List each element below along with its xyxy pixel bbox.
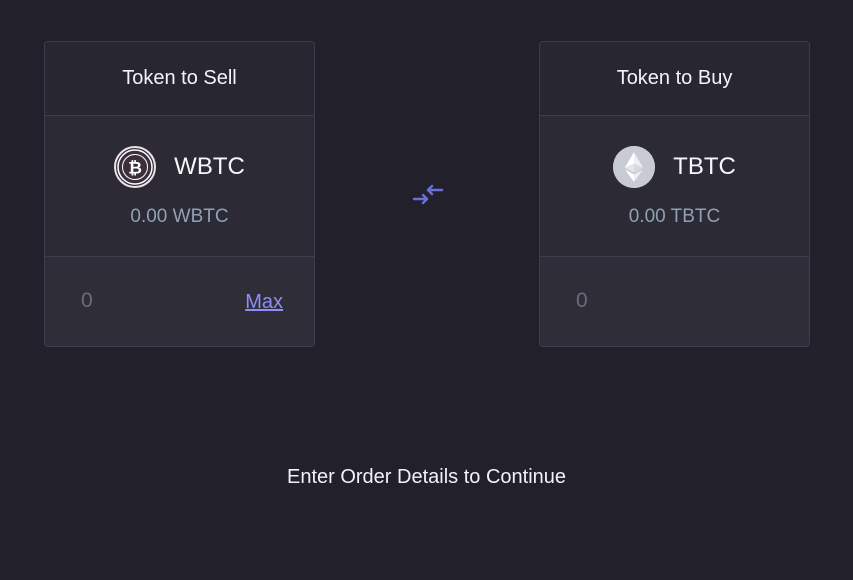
buy-card-title: Token to Buy (616, 67, 733, 89)
sell-token-symbol: WBTC (174, 153, 245, 180)
swap-arrows-icon (412, 184, 444, 205)
sell-card-title: Token to Sell (122, 67, 237, 89)
buy-amount-input[interactable] (576, 289, 696, 313)
swap-page: Token to Sell ₿ WBTC 0.00 WBTC Max (0, 0, 853, 580)
ethereum-icon (613, 146, 656, 188)
buy-token-balance: 0.00 TBTC (628, 206, 721, 227)
buy-token-row: TBTC (540, 146, 809, 188)
sell-token-balance: 0.00 WBTC (130, 206, 229, 227)
max-button[interactable]: Max (245, 291, 283, 314)
order-status-message: Enter Order Details to Continue (286, 466, 567, 488)
sell-token-card: Token to Sell ₿ WBTC 0.00 WBTC Max (44, 41, 315, 347)
bitcoin-icon: ₿ (114, 146, 157, 188)
buy-card-header: Token to Buy (540, 42, 809, 116)
sell-card-header: Token to Sell (45, 42, 314, 116)
sell-amount-area: Max (45, 257, 314, 346)
buy-token-card: Token to Buy TBTC 0.00 TBTC (539, 41, 810, 347)
buy-amount-area (540, 257, 809, 346)
buy-token-selector[interactable]: TBTC 0.00 TBTC (540, 116, 809, 257)
sell-token-row: ₿ WBTC (45, 146, 314, 188)
svg-text:₿: ₿ (128, 159, 142, 179)
sell-token-selector[interactable]: ₿ WBTC 0.00 WBTC (45, 116, 314, 257)
buy-token-symbol: TBTC (673, 153, 736, 180)
swap-direction-button[interactable] (411, 183, 445, 207)
sell-amount-input[interactable] (81, 289, 201, 313)
